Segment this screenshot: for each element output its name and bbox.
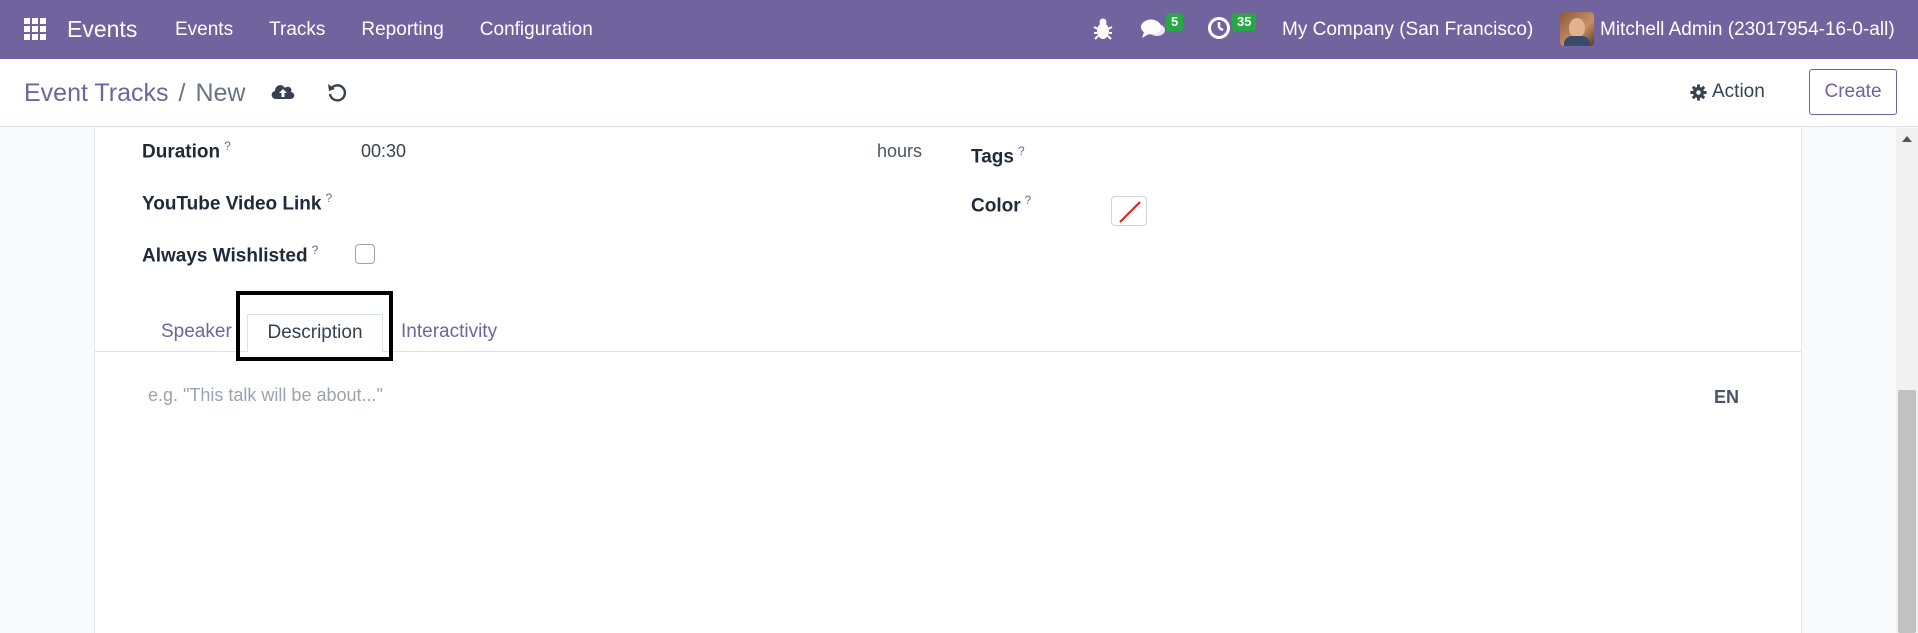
scroll-up-arrow-icon[interactable] [1902,136,1912,142]
duration-input[interactable]: 00:30 [361,141,406,162]
youtube-link-label: YouTube Video Link? [142,191,333,215]
breadcrumb-event-tracks[interactable]: Event Tracks [24,79,169,108]
breadcrumb-current: New [195,79,246,107]
scroll-thumb[interactable] [1898,390,1916,633]
main-menu: Events Tracks Reporting Configuration [175,19,629,41]
activities-count-badge: 35 [1232,13,1257,31]
activities-clock-icon[interactable] [1207,16,1231,40]
always-wishlisted-checkbox[interactable] [355,244,375,264]
gear-icon [1690,83,1707,101]
tags-label: Tags? [971,144,1025,168]
always-wishlisted-label: Always Wishlisted? [142,243,319,267]
tab-interactivity[interactable]: Interactivity [401,314,497,352]
user-menu[interactable]: Mitchell Admin (23017954-16-0-all) [1600,19,1895,41]
messages-chat-icon[interactable] [1140,17,1166,41]
apps-menu-icon[interactable] [24,18,46,40]
notebook-tabs: Speaker Description Interactivity [95,314,1801,353]
color-label: Color? [971,193,1032,217]
tab-description[interactable]: Description [247,314,383,353]
tags-help-icon[interactable]: ? [1018,144,1025,158]
app-brand[interactable]: Events [67,16,137,43]
tab-speaker[interactable]: Speaker [161,314,232,352]
action-menu-button[interactable]: Action [1690,81,1765,103]
debug-bug-icon[interactable] [1092,17,1114,41]
description-editor[interactable]: e.g. "This talk will be about..." [148,385,383,406]
duration-unit: hours [877,141,923,161]
menu-item-events[interactable]: Events [175,19,233,41]
wishlisted-help-icon[interactable]: ? [312,243,319,257]
color-help-icon[interactable]: ? [1025,193,1032,207]
form-sheet: Duration? 00:30 hours YouTube Video Link… [94,128,1802,633]
action-label: Action [1712,81,1765,102]
control-panel: Event Tracks / New Action Create [0,59,1918,127]
color-picker[interactable] [1111,196,1147,226]
no-color-slash-icon [1119,201,1141,223]
page-scrollbar[interactable] [1896,128,1918,633]
menu-item-reporting[interactable]: Reporting [361,19,443,41]
breadcrumb-separator: / [178,79,186,107]
duration-label: Duration? [142,139,231,163]
user-avatar[interactable] [1560,12,1594,46]
discard-undo-icon[interactable] [326,81,348,103]
top-navbar: Events Events Tracks Reporting Configura… [0,0,1918,59]
language-button[interactable]: EN [1714,387,1739,408]
duration-help-icon[interactable]: ? [224,139,231,153]
youtube-help-icon[interactable]: ? [325,191,332,205]
cloud-upload-save-icon[interactable] [270,81,296,103]
menu-item-tracks[interactable]: Tracks [269,19,325,41]
messages-count-badge: 5 [1166,13,1184,31]
company-switcher[interactable]: My Company (San Francisco) [1282,19,1533,41]
breadcrumb: Event Tracks / New [24,79,245,108]
menu-item-configuration[interactable]: Configuration [480,19,593,41]
create-button[interactable]: Create [1809,69,1897,115]
